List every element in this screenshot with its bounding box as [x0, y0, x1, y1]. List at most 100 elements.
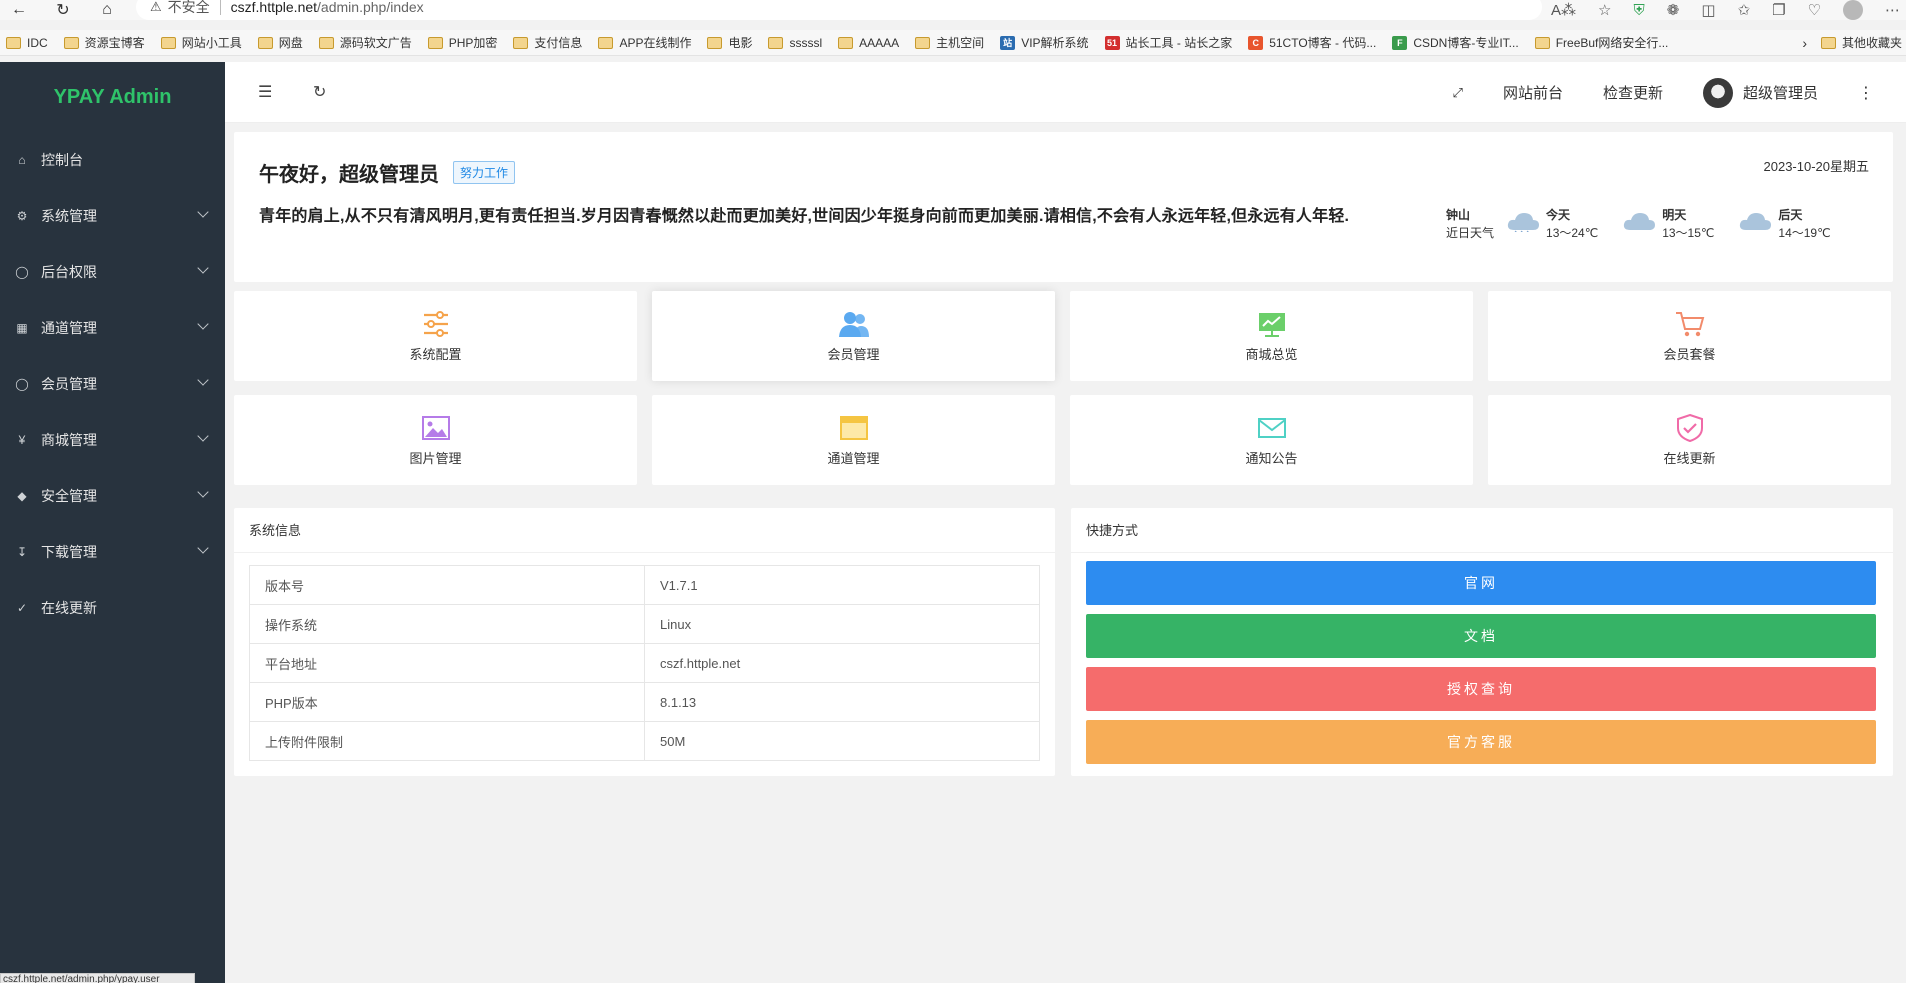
refresh-icon[interactable]: ↻: [313, 82, 326, 102]
bookmark-item[interactable]: APP在线制作: [598, 34, 691, 51]
sidebar-item-3[interactable]: ▦ 通道管理: [0, 300, 225, 356]
bookmark-item[interactable]: 51 站长工具 - 站长之家: [1104, 34, 1232, 51]
tile-7[interactable]: 在线更新: [1488, 395, 1891, 485]
bookmark-item[interactable]: 资源宝博客: [63, 34, 145, 51]
tile-label: 通道管理: [827, 450, 880, 466]
user-menu[interactable]: 超级管理员: [1702, 77, 1818, 108]
bookmark-item[interactable]: 网站小工具: [160, 34, 242, 51]
home-icon[interactable]: ⌂: [92, 0, 122, 20]
tile-1[interactable]: 会员管理: [652, 291, 1055, 381]
bookmark-item[interactable]: PHP加密: [427, 34, 497, 51]
bookmark-label: VIP解析系统: [1021, 36, 1089, 50]
bookmark-item[interactable]: 源码软文广告: [318, 34, 412, 51]
bookmark-label: 网盘: [278, 36, 303, 50]
warning-icon: ⚠: [150, 0, 162, 14]
bookmark-label: 其他收藏夹: [1841, 36, 1902, 50]
weather-day: 后天 14～19℃: [1738, 206, 1831, 242]
tile-6[interactable]: 通知公告: [1070, 395, 1473, 485]
bookmark-item[interactable]: 支付信息: [513, 34, 582, 51]
chevron-down-icon: [197, 430, 209, 442]
fullscreen-icon[interactable]: ⤢: [1453, 85, 1463, 101]
shortcut-button-3[interactable]: 官方客服: [1086, 720, 1876, 764]
address-bar[interactable]: ⚠ 不安全 cszf.httple.net/admin.php/index: [136, 0, 1542, 20]
bookmark-label: 电影: [728, 36, 753, 50]
tile-0[interactable]: 系统配置: [234, 291, 637, 381]
back-icon[interactable]: ←: [4, 0, 34, 20]
sidebar-item-5[interactable]: ¥ 商城管理: [0, 412, 225, 468]
chevron-down-icon: [197, 318, 209, 330]
yen-icon: ¥: [18, 433, 26, 447]
chevron-down-icon: [197, 374, 209, 386]
cloud-icon: [1740, 213, 1772, 230]
extensions-icon[interactable]: ❁: [1667, 1, 1680, 19]
tile-label: 商城总览: [1245, 346, 1298, 362]
folder-icon: [598, 36, 614, 49]
sidebar-item-1[interactable]: ⚙ 系统管理: [0, 188, 225, 244]
bookmark-item[interactable]: sssssl: [768, 36, 822, 50]
bookmark-item[interactable]: 电影: [707, 34, 752, 51]
url-host: cszf.httple.net: [230, 0, 318, 15]
tile-3[interactable]: 会员套餐: [1488, 291, 1891, 381]
shortcuts-panel: 快捷方式 官网 文档 授权查询 官方客服: [1071, 508, 1893, 776]
more-icon[interactable]: ⋯: [1885, 1, 1900, 19]
bookmarks-overflow-icon[interactable]: ›: [1802, 35, 1807, 51]
info-key: 版本号: [249, 565, 645, 605]
sidebar-item-0[interactable]: ⌂ 控制台: [0, 132, 225, 188]
shield-check-icon: ✓: [16, 601, 28, 615]
browser-toolbar: ← ↻ ⌂ ⚠ 不安全 cszf.httple.net/admin.php/in…: [0, 0, 1906, 20]
sidebar-item-7[interactable]: ↧ 下载管理: [0, 524, 225, 580]
bookmark-item[interactable]: F CSDN博客-专业IT...: [1392, 34, 1519, 51]
bookmark-item[interactable]: AAAAA: [838, 36, 899, 50]
check-update-link[interactable]: 检查更新: [1603, 82, 1663, 103]
cloud-icon: [1507, 213, 1540, 232]
tile-label: 在线更新: [1663, 450, 1716, 466]
read-aloud-icon[interactable]: A⁂: [1551, 1, 1576, 19]
header-actions: ⤢ 网站前台 检查更新 超级管理员 ⋮: [1453, 62, 1874, 123]
tile-4[interactable]: 图片管理: [234, 395, 637, 485]
weather-temp: 14～19℃: [1778, 226, 1831, 240]
shield-extension-icon[interactable]: ⛨: [1633, 2, 1644, 19]
sidebar-item-6[interactable]: ◆ 安全管理: [0, 468, 225, 524]
bookmark-other[interactable]: 其他收藏夹: [1820, 34, 1902, 51]
tile-5[interactable]: 通道管理: [652, 395, 1055, 485]
bookmark-label: IDC: [27, 35, 48, 50]
bookmark-label: CSDN博客-专业IT...: [1413, 36, 1519, 50]
favorites-icon[interactable]: ✩: [1738, 1, 1751, 19]
table-row: 操作系统 Linux: [249, 604, 1040, 644]
bookmark-item[interactable]: C 51CTO博客 - 代码...: [1248, 34, 1376, 51]
tile-2[interactable]: 商城总览: [1070, 291, 1473, 381]
reload-icon[interactable]: ↻: [48, 0, 78, 20]
shortcut-button-1[interactable]: 文档: [1086, 614, 1876, 658]
sidebar-item-2[interactable]: ◯ 后台权限: [0, 244, 225, 300]
bookmark-item[interactable]: 站 VIP解析系统: [1000, 34, 1089, 51]
bookmark-item[interactable]: 主机空间: [915, 34, 984, 51]
shortcut-button-2[interactable]: 授权查询: [1086, 667, 1876, 711]
collections-icon[interactable]: ❐: [1772, 1, 1785, 19]
bookmarks-bar: IDC 资源宝博客 网站小工具 网盘 源码软文广告 PHP加密 支付信息 APP在线制作 电影 s…: [0, 30, 1906, 56]
system-info-title: 系统信息: [234, 508, 1055, 553]
bookmark-item[interactable]: 网盘: [257, 34, 303, 51]
split-screen-icon[interactable]: ◫: [1701, 1, 1715, 19]
bookmark-item[interactable]: FreeBuf网络安全行...: [1534, 34, 1668, 51]
sidebar-item-label: 通道管理: [41, 320, 97, 336]
performance-icon[interactable]: ♡: [1808, 1, 1821, 19]
menu-collapse-icon[interactable]: ☰: [258, 82, 272, 102]
tile-label: 通知公告: [1245, 450, 1298, 466]
download-icon: ↧: [16, 545, 28, 559]
status-badge: 努力工作: [453, 161, 516, 184]
sidebar-item-label: 会员管理: [41, 376, 97, 392]
weather-widget: 钟山 近日天气 今天 13～24℃ 明天 13～15℃ 后天 14～19℃: [1446, 206, 1855, 242]
weather-temp: 13～15℃: [1662, 226, 1715, 240]
sidebar-item-label: 后台权限: [41, 264, 97, 280]
sidebar-item-8[interactable]: ✓ 在线更新: [0, 580, 225, 636]
shortcut-button-0[interactable]: 官网: [1086, 561, 1876, 605]
site-front-link[interactable]: 网站前台: [1503, 82, 1563, 103]
browser-actions: A⁂ ☆ ⛨ ❁ ◫ ✩ ❐ ♡ ⋯: [1551, 0, 1900, 20]
weather-text: 后天 14～19℃: [1778, 206, 1830, 242]
welcome-card: 午夜好，超级管理员 努力工作 青年的肩上,从不只有清风明月,更有责任担当.岁月因…: [234, 132, 1893, 282]
bookmark-item[interactable]: IDC: [6, 36, 48, 50]
more-vertical-icon[interactable]: ⋮: [1858, 83, 1874, 103]
profile-avatar[interactable]: [1843, 0, 1863, 20]
favorite-star-icon[interactable]: ☆: [1598, 1, 1611, 19]
sidebar-item-4[interactable]: ◯ 会员管理: [0, 356, 225, 412]
